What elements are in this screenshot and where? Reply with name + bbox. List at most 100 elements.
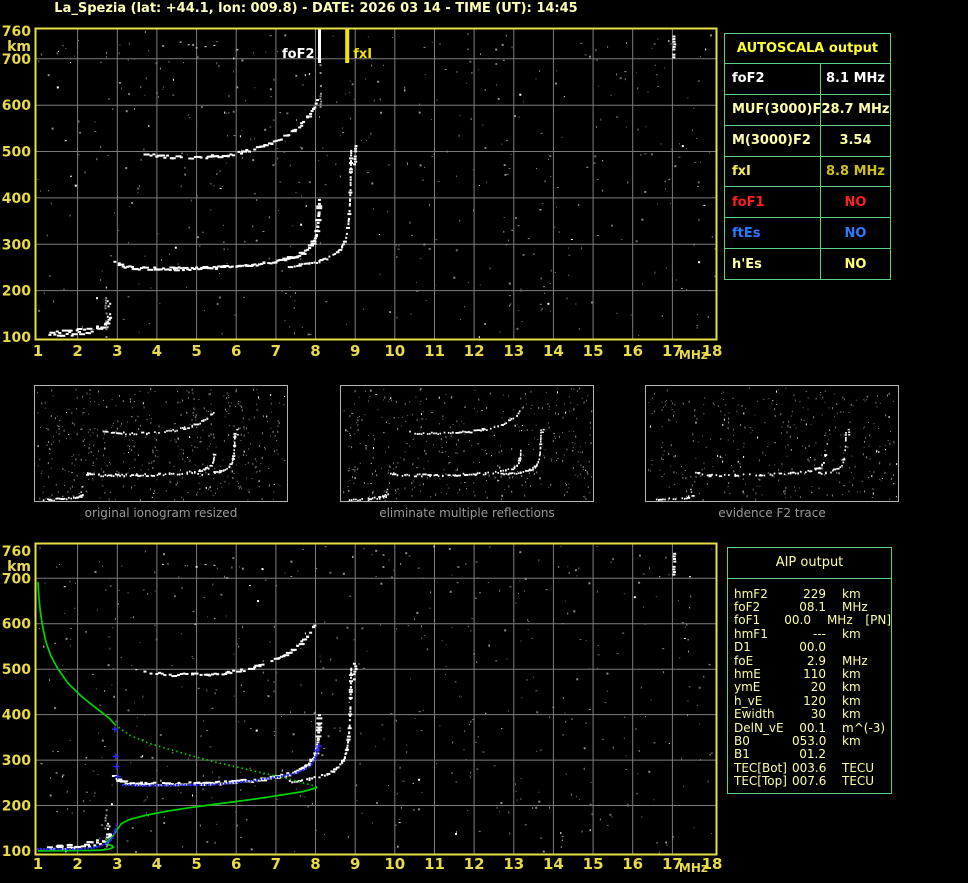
svg-text:500: 500: [2, 662, 31, 678]
top-ionogram-plot: 760700600500400300200100km1 2 3 4 5 6 7 8 9 10 11 1…: [2, 24, 723, 362]
svg-text:4: 4: [152, 855, 162, 873]
svg-text:3: 3: [112, 855, 122, 873]
svg-text:600: 600: [2, 617, 31, 633]
svg-text:5: 5: [191, 855, 201, 873]
autoscala-row-fxi: fxI 8.8 MHz: [725, 155, 890, 187]
autoscala-row-value: 28.7 MHz: [821, 102, 890, 118]
svg-text:foF2: foF2: [282, 47, 315, 62]
svg-text:500: 500: [2, 145, 31, 161]
autoscala-row-ftes: ftEs NO: [725, 217, 890, 249]
svg-text:9: 9: [350, 855, 360, 873]
aip-value: 229: [803, 586, 826, 601]
aip-row-ewidth: Ewidth 30 km: [734, 707, 891, 722]
aip-row-d1: D1 00.0: [734, 640, 891, 655]
autoscala-row-value: 3.54: [839, 133, 872, 149]
svg-text:9: 9: [350, 342, 360, 360]
aip-row-b1: B1 01.2: [734, 747, 891, 762]
svg-text:5: 5: [191, 342, 201, 360]
autoscala-row-value: 8.8 MHz: [826, 164, 885, 179]
aip-label: h_vE: [734, 693, 763, 708]
autoscala-row-fof2: foF2 8.1 MHz: [725, 63, 890, 94]
aip-value: 08.1: [799, 600, 826, 615]
svg-text:7: 7: [271, 855, 281, 873]
aip-label: Ewidth: [734, 707, 775, 722]
svg-text:7: 7: [271, 342, 281, 360]
aip-row-delnve: DelN_vE 00.1 m^(-3): [734, 721, 891, 735]
electron-density-profile-dotted: [114, 723, 318, 789]
thumbnail-2: [645, 385, 899, 502]
autoscala-row-label: foF1: [725, 187, 821, 218]
aip-output-table: AIP output hmF2 229 km foF2 08.1 MHz foF1 00.0 M…: [727, 547, 892, 794]
aip-unit: MHz: [842, 600, 868, 615]
aip-value: 01.2: [799, 747, 826, 762]
aip-value: 00.0: [784, 613, 811, 628]
marker-fof2: foF2: [282, 47, 315, 62]
autoscala-row-value: NO: [844, 225, 867, 241]
autoscala-table-header: AUTOSCALA output: [736, 41, 879, 56]
autoscala-row-hes: h'Es NO: [725, 248, 890, 280]
aip-unit: km: [842, 693, 861, 708]
aip-label: hmF2: [734, 586, 768, 601]
aip-value: 30: [810, 707, 826, 722]
bottom-ionogram-plot: 760700600500400300200100km1 2 3 4 5 6 7 8 9 10 11 1…: [2, 542, 722, 875]
svg-text:km: km: [7, 39, 31, 55]
autoscala-row-label: ftEs: [725, 218, 821, 249]
svg-text:200: 200: [2, 799, 31, 815]
aip-unit: km: [842, 667, 861, 682]
svg-text:11: 11: [424, 855, 445, 873]
aip-unit: MHz: [842, 653, 868, 668]
autoscala-row-value: 8.1 MHz: [826, 71, 885, 87]
aip-unit: km: [842, 626, 861, 641]
electron-density-profile-topside: [37, 581, 116, 726]
aip-value: 007.6: [792, 774, 827, 789]
svg-text:10: 10: [384, 342, 405, 360]
aip-row-fof1: foF1 00.0 MHz [PN]: [734, 613, 891, 628]
aip-label: hmE: [734, 667, 761, 682]
aip-row-fof2: foF2 08.1 MHz: [734, 600, 891, 615]
aip-value: 2.9: [806, 653, 826, 668]
aip-label: foE: [734, 653, 754, 668]
autoscala-row-fof1: foF1 NO: [725, 186, 890, 218]
aip-row-tecbot: TEC[Bot] 003.6 TECU: [734, 760, 891, 775]
svg-text:100: 100: [2, 330, 31, 346]
svg-text:400: 400: [2, 191, 31, 207]
aip-label: D1: [734, 640, 751, 655]
svg-text:16: 16: [622, 855, 643, 873]
svg-text:300: 300: [2, 753, 31, 769]
svg-text:11: 11: [424, 342, 445, 360]
aip-row-hve: h_vE 120 km: [734, 693, 891, 708]
svg-text:2: 2: [72, 342, 82, 360]
svg-text:MHz: MHz: [679, 861, 708, 875]
aip-value: ---: [813, 626, 826, 641]
svg-text:300: 300: [2, 237, 31, 253]
svg-text:16: 16: [622, 342, 643, 360]
autoscala-row-label: h'Es: [725, 249, 821, 280]
aip-label: ymE: [734, 680, 761, 695]
svg-text:100: 100: [2, 844, 31, 860]
autoscala-row-value: NO: [844, 256, 867, 272]
svg-text:10: 10: [384, 855, 405, 873]
aip-row-b0: B0 053.0 km: [734, 734, 891, 748]
autoscala-output-table: AUTOSCALA output foF2 8.1 MHz MUF(3000)F2 2…: [724, 33, 891, 280]
aip-unit: km: [842, 586, 861, 601]
svg-text:12: 12: [464, 855, 485, 873]
marker-fxi: fxI: [353, 47, 372, 62]
thumbnail-0: [34, 385, 288, 502]
aip-value: 20: [810, 680, 826, 695]
svg-text:8: 8: [310, 342, 320, 360]
svg-text:760: 760: [2, 24, 31, 40]
aip-label: TEC[Top]: [734, 774, 787, 789]
svg-text:8: 8: [310, 855, 320, 873]
svg-text:1: 1: [33, 342, 43, 360]
aip-unit: TECU: [842, 774, 875, 789]
autoscala-table-body: foF2 8.1 MHz MUF(3000)F2 28.7 MHz M(3000)F2 3…: [725, 63, 890, 280]
svg-text:600: 600: [2, 98, 31, 114]
svg-text:1: 1: [33, 855, 43, 873]
aip-row-yme: ymE 20 km: [734, 680, 891, 695]
aip-unit: TECU: [842, 760, 875, 775]
svg-text:15: 15: [583, 855, 604, 873]
aip-row-tectop: TEC[Top] 007.6 TECU: [734, 774, 891, 789]
aip-value: 003.6: [792, 760, 827, 775]
svg-text:400: 400: [2, 708, 31, 724]
svg-text:fxI: fxI: [353, 47, 372, 62]
